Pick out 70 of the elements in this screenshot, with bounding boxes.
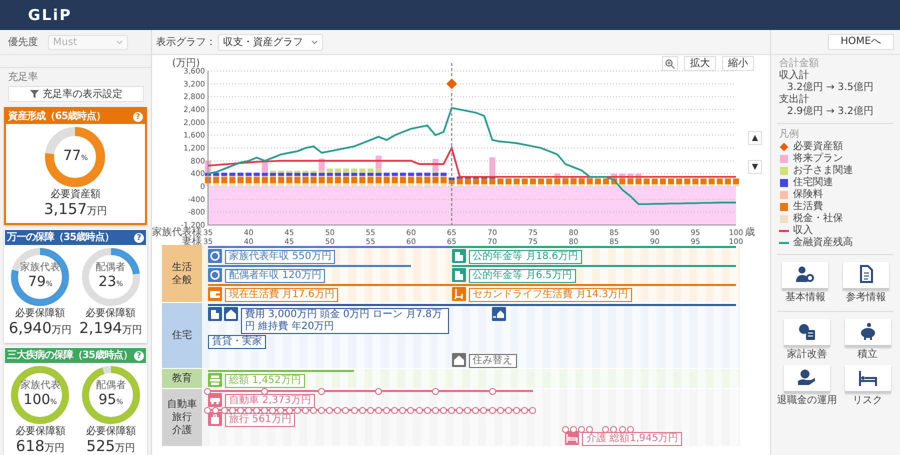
graph-select[interactable]: 収支・資産グラフ — [218, 34, 323, 50]
tool-caption: 積立 — [858, 349, 878, 361]
event-label: 総額 1,452万円 — [225, 374, 305, 388]
event-label: 家族代表年収 550万円 — [225, 250, 336, 264]
legend-label: 収入 — [793, 225, 813, 236]
age-unit: 歳 — [745, 227, 755, 238]
section-caption: 凡例 — [779, 129, 800, 140]
total-label: 支出計 — [779, 94, 810, 106]
gauge-caption: 配偶者 — [96, 262, 126, 274]
total-value: 2.9億円 → 3.2億円 — [786, 106, 875, 118]
event-label: セカンドライフ生活費 月14.3万円 — [468, 288, 632, 302]
event-sublabel: 賃貸・実家 — [208, 335, 266, 349]
event-label: 介護 総額1,945万円 — [582, 432, 682, 446]
legend-label: 必要資産額 — [793, 141, 843, 152]
amount-value: 3,157万円 — [44, 201, 107, 220]
field-label: 表示グラフ： — [156, 36, 216, 49]
event-label: 公的年金等 月6.5万円 — [468, 269, 576, 283]
category-label: 教育 — [162, 369, 202, 388]
amount-label: 必要保障額 — [15, 425, 66, 438]
scroll-down-button[interactable]: ▼ — [748, 160, 762, 174]
event-label: 住み替え — [468, 354, 517, 368]
age-row-label: 家族代表様 — [152, 227, 202, 238]
amount-label: 必要保障額 — [15, 307, 66, 320]
amount-value: 525万円 — [86, 438, 136, 455]
legend-label: お子さま関連 — [793, 165, 853, 176]
logo: GLiP — [28, 6, 72, 24]
zoom-out-button[interactable]: 縮小 — [722, 56, 754, 71]
event-label: 自動車 2,373万円 — [225, 394, 315, 408]
y-axis-label: (万円) — [172, 58, 200, 69]
legend-label: 金融資産残高 — [793, 237, 853, 249]
tool-caption: 退職金の運用 — [777, 395, 837, 407]
gauge-caption: 家族代表 — [20, 262, 60, 274]
event-label: 公的年金等 月18.6万円 — [468, 250, 582, 264]
legend-label: 税金・社保 — [793, 213, 843, 224]
amount-value: 618万円 — [16, 438, 65, 455]
amount-label: 必要保障額 — [86, 307, 136, 320]
category-label: 自動車 旅行 介護 — [162, 389, 202, 446]
legend-label: 生活費 — [793, 201, 823, 212]
category-label: 住宅 — [162, 303, 202, 368]
amount-value: 6,940万円 — [8, 320, 72, 339]
legend-label: 将来プラン — [793, 153, 843, 165]
field-label: 優先度 — [8, 36, 38, 48]
gauge-caption: 家族代表 — [20, 380, 60, 392]
total-value: 3.2億円 → 3.5億円 — [786, 82, 875, 94]
amount-label: 必要保障額 — [86, 425, 136, 438]
tool-caption: 基本情報 — [785, 292, 826, 304]
card-title: 資産形成（65歳時点） — [8, 110, 106, 123]
event-label: 現在生活費 月17.6万円 — [225, 288, 338, 302]
gauge-caption: 配偶者 — [96, 380, 126, 392]
legend-label: 住宅関連 — [793, 177, 833, 188]
help-icon[interactable]: ? — [134, 232, 144, 242]
total-label: 収入計 — [779, 70, 810, 82]
section-title: 充足率 — [8, 71, 39, 84]
home-button[interactable]: HOMEへ — [828, 34, 894, 50]
amount-value: 2,194万円 — [79, 320, 142, 339]
zoom-in-button[interactable]: 拡大 — [684, 56, 716, 71]
amount-label: 必要資産額 — [50, 188, 100, 201]
legend-label: 保険料 — [793, 189, 823, 200]
scroll-up-button[interactable]: ▲ — [748, 131, 762, 145]
event-label: 費用 3,000万円 頭金 0万円 ローン 月7.8万円 維持費 年20万円 — [241, 308, 449, 334]
section-caption: 合計金額 — [779, 58, 820, 70]
tool-caption: 参考情報 — [846, 292, 886, 304]
category-label: 生活 全般 — [162, 245, 202, 302]
event-label: 旅行 561万円 — [225, 413, 296, 427]
card-title: 三大疾病の保障（35歳時点） — [7, 349, 133, 362]
display-settings-button[interactable]: 充足率の表示設定 — [8, 86, 144, 102]
tool-caption: 家計改善 — [787, 349, 827, 361]
event-label: 配偶者年収 120万円 — [225, 269, 326, 283]
tool-caption: リスク — [852, 395, 882, 407]
card-title: 万一の保障（35歳時点） — [7, 231, 114, 244]
